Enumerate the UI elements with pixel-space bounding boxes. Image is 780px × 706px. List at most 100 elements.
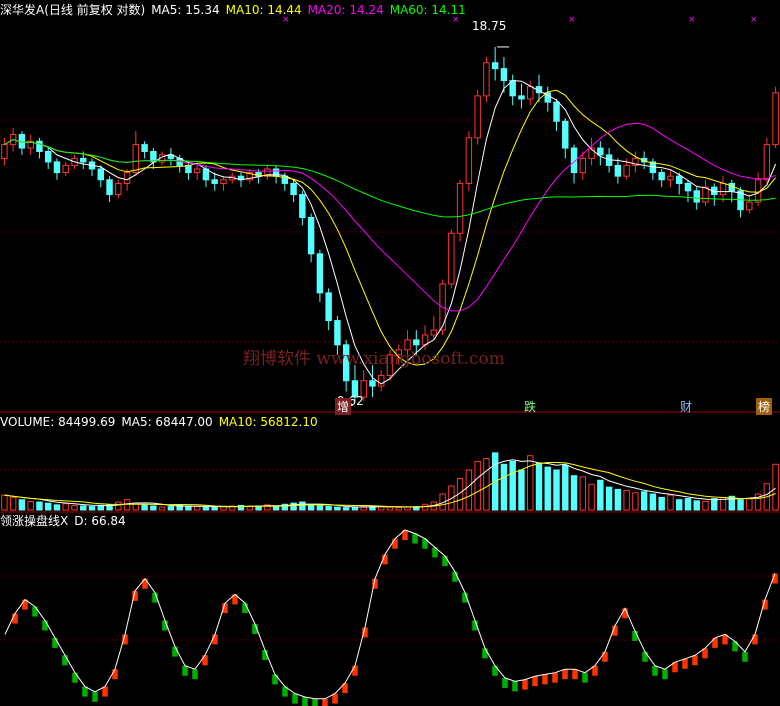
ma60-label: MA60: 14.11 bbox=[389, 3, 466, 17]
candle-body bbox=[132, 144, 140, 174]
candle-body bbox=[684, 182, 692, 192]
candle-body bbox=[675, 175, 683, 184]
ma5-label: MA5: 15.34 bbox=[151, 3, 220, 17]
candle-body bbox=[456, 182, 464, 234]
candle-body bbox=[527, 86, 534, 100]
volume-bar bbox=[570, 475, 578, 511]
volume-bar bbox=[193, 506, 201, 511]
volume-bar bbox=[386, 506, 394, 511]
candle-body bbox=[702, 186, 709, 203]
volume-bar bbox=[579, 476, 587, 511]
volume-bar bbox=[474, 460, 481, 511]
volume-bar bbox=[71, 504, 78, 511]
volume-bar bbox=[62, 503, 69, 511]
candle-body bbox=[299, 194, 306, 218]
volume-bar bbox=[44, 502, 52, 511]
volume-ma10-label: MA10: 56812.10 bbox=[218, 415, 318, 429]
price-panel-header: 深华发A(日线 前复权 对数) MA5: 15.34 MA10: 14.44 MA20… bbox=[0, 3, 472, 17]
candle-body bbox=[369, 380, 376, 387]
volume-bar bbox=[290, 502, 297, 511]
candle-body bbox=[746, 201, 753, 211]
volume-ma5-label: MA5: 68447.00 bbox=[121, 415, 213, 429]
volume-bar bbox=[553, 469, 560, 511]
top-cross-marker: × bbox=[688, 15, 696, 25]
candle-body bbox=[465, 137, 473, 184]
top-cross-marker: × bbox=[750, 15, 758, 25]
volume-bar bbox=[299, 501, 306, 511]
candle-body bbox=[185, 164, 192, 174]
volume-bar bbox=[158, 506, 166, 511]
marker-bang[interactable]: 榜 bbox=[756, 398, 773, 415]
volume-bar bbox=[97, 504, 105, 511]
candle-body bbox=[62, 164, 69, 174]
candle-body bbox=[597, 147, 604, 156]
oscillator-line bbox=[4, 529, 776, 700]
volume-label: VOLUME: 84499.69 bbox=[0, 415, 116, 429]
marker-die[interactable]: 跌 bbox=[522, 398, 538, 415]
volume-bar bbox=[483, 458, 490, 511]
candle-body bbox=[562, 120, 569, 149]
candle-body bbox=[211, 179, 218, 184]
volume-panel-header: VOLUME: 84499.69 MA5: 68447.00 MA10: 56812… bbox=[0, 415, 324, 429]
volume-bar bbox=[500, 463, 508, 511]
volume-bar bbox=[150, 505, 157, 511]
candle-body bbox=[500, 68, 508, 82]
volume-bar bbox=[544, 466, 551, 511]
volume-bar bbox=[1, 494, 8, 511]
marker-cai[interactable]: 财 bbox=[678, 398, 694, 415]
volume-bar bbox=[202, 506, 210, 511]
volume-bar bbox=[88, 506, 96, 511]
volume-bar bbox=[693, 500, 700, 511]
volume-bar bbox=[246, 506, 253, 511]
candle-body bbox=[53, 161, 61, 174]
volume-bar bbox=[667, 494, 674, 511]
candle-body bbox=[123, 172, 131, 184]
volume-bar bbox=[53, 504, 61, 511]
volume-bar bbox=[614, 488, 622, 511]
volume-bar bbox=[465, 469, 473, 511]
oscillator-panel-header: 领涨操盘线X D: 66.84 bbox=[0, 514, 132, 528]
candle-body bbox=[325, 292, 332, 322]
volume-bar bbox=[702, 500, 709, 511]
candle-body bbox=[115, 182, 122, 196]
stock-chart-window: × × × × × 深华发A(日线 前复权 对数) MA5: 15.34 MA10: 14.… bbox=[0, 0, 780, 706]
volume-bar bbox=[518, 469, 525, 511]
ma20-line bbox=[4, 122, 776, 312]
candle-body bbox=[80, 157, 87, 163]
candle-body bbox=[307, 216, 315, 255]
volume-bar bbox=[632, 492, 639, 511]
marker-zeng[interactable]: 增 bbox=[335, 398, 352, 415]
volume-bar bbox=[658, 496, 665, 511]
volume-bar bbox=[746, 498, 753, 511]
volume-bar bbox=[675, 499, 683, 511]
candle-body bbox=[518, 95, 525, 100]
volume-bar bbox=[535, 462, 543, 511]
volume-bar bbox=[18, 499, 26, 511]
volume-bar bbox=[509, 460, 516, 511]
candle-body bbox=[193, 168, 201, 174]
volume-bar bbox=[167, 506, 175, 511]
candle-body bbox=[483, 62, 490, 97]
candle-body bbox=[763, 144, 771, 181]
volume-bar bbox=[649, 493, 657, 511]
candle-body bbox=[614, 164, 622, 177]
volume-bar bbox=[307, 504, 315, 511]
oscillator-d-label: D: 66.84 bbox=[74, 514, 126, 528]
volume-bar bbox=[588, 483, 595, 511]
candle-body bbox=[290, 182, 297, 196]
volume-bar bbox=[351, 506, 359, 511]
volume-bar bbox=[9, 496, 17, 511]
volume-bar bbox=[141, 504, 148, 511]
ma10-line bbox=[4, 89, 776, 366]
volume-bar bbox=[605, 486, 613, 511]
candle-body bbox=[448, 232, 455, 285]
candle-body bbox=[623, 164, 630, 177]
candle-body bbox=[667, 175, 674, 181]
candle-body bbox=[491, 62, 499, 70]
candle-body bbox=[553, 101, 560, 122]
candle-body bbox=[334, 320, 341, 346]
candle-body bbox=[44, 150, 52, 163]
volume-bar bbox=[737, 499, 744, 511]
candle-body bbox=[36, 140, 43, 152]
top-cross-marker: × bbox=[568, 15, 576, 25]
